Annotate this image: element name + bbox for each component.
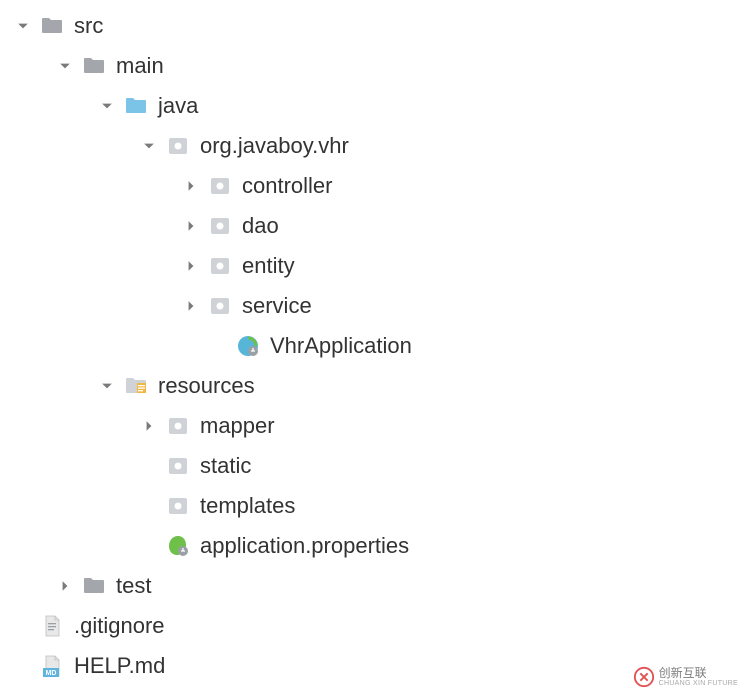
- tree-label: VhrApplication: [270, 333, 412, 359]
- tree-item-gitignore[interactable]: .gitignore: [0, 606, 748, 646]
- package-icon: [166, 134, 190, 158]
- chevron-right-icon[interactable]: [182, 257, 200, 275]
- chevron-right-icon[interactable]: [182, 217, 200, 235]
- tree-label: dao: [242, 213, 279, 239]
- tree-item-dao[interactable]: dao: [0, 206, 748, 246]
- tree-label: main: [116, 53, 164, 79]
- watermark-brand: 创新互联: [659, 667, 738, 680]
- tree-label: HELP.md: [74, 653, 165, 679]
- tree-label: application.properties: [200, 533, 409, 559]
- folder-icon: [82, 54, 106, 78]
- tree-item-templates[interactable]: templates: [0, 486, 748, 526]
- chevron-down-icon[interactable]: [98, 377, 116, 395]
- package-icon: [166, 414, 190, 438]
- folder-icon: [40, 14, 64, 38]
- watermark-sub: CHUANG XIN FUTURE: [659, 680, 738, 687]
- tree-item-src[interactable]: src: [0, 6, 748, 46]
- spring-boot-class-icon: [236, 334, 260, 358]
- tree-item-entity[interactable]: entity: [0, 246, 748, 286]
- tree-label: service: [242, 293, 312, 319]
- chevron-down-icon[interactable]: [14, 17, 32, 35]
- resources-folder-icon: [124, 374, 148, 398]
- tree-item-static[interactable]: static: [0, 446, 748, 486]
- package-icon: [208, 174, 232, 198]
- text-file-icon: [40, 614, 64, 638]
- tree-label: src: [74, 13, 103, 39]
- package-icon: [208, 214, 232, 238]
- package-icon: [166, 454, 190, 478]
- chevron-down-icon[interactable]: [98, 97, 116, 115]
- folder-icon: [82, 574, 106, 598]
- tree-item-mapper[interactable]: mapper: [0, 406, 748, 446]
- tree-item-package[interactable]: org.javaboy.vhr: [0, 126, 748, 166]
- tree-label: static: [200, 453, 251, 479]
- tree-label: templates: [200, 493, 295, 519]
- chevron-right-icon[interactable]: [140, 417, 158, 435]
- package-icon: [208, 294, 232, 318]
- package-icon: [208, 254, 232, 278]
- tree-label: mapper: [200, 413, 275, 439]
- tree-label: java: [158, 93, 198, 119]
- chevron-right-icon[interactable]: [182, 177, 200, 195]
- tree-label: entity: [242, 253, 295, 279]
- watermark-logo-icon: [633, 666, 655, 688]
- tree-label: controller: [242, 173, 332, 199]
- tree-label: org.javaboy.vhr: [200, 133, 349, 159]
- tree-item-resources[interactable]: resources: [0, 366, 748, 406]
- tree-item-controller[interactable]: controller: [0, 166, 748, 206]
- tree-label: resources: [158, 373, 255, 399]
- chevron-down-icon[interactable]: [56, 57, 74, 75]
- tree-item-test[interactable]: test: [0, 566, 748, 606]
- tree-label: test: [116, 573, 151, 599]
- spring-properties-icon: [166, 534, 190, 558]
- svg-text:MD: MD: [46, 670, 57, 677]
- watermark: 创新互联 CHUANG XIN FUTURE: [633, 666, 738, 688]
- tree-item-application-properties[interactable]: application.properties: [0, 526, 748, 566]
- tree-label: .gitignore: [74, 613, 165, 639]
- chevron-right-icon[interactable]: [56, 577, 74, 595]
- markdown-file-icon: MD: [40, 654, 64, 678]
- tree-item-main[interactable]: main: [0, 46, 748, 86]
- tree-item-java[interactable]: java: [0, 86, 748, 126]
- tree-item-vhr-application[interactable]: VhrApplication: [0, 326, 748, 366]
- tree-item-service[interactable]: service: [0, 286, 748, 326]
- package-icon: [166, 494, 190, 518]
- chevron-down-icon[interactable]: [140, 137, 158, 155]
- source-folder-icon: [124, 94, 148, 118]
- chevron-right-icon[interactable]: [182, 297, 200, 315]
